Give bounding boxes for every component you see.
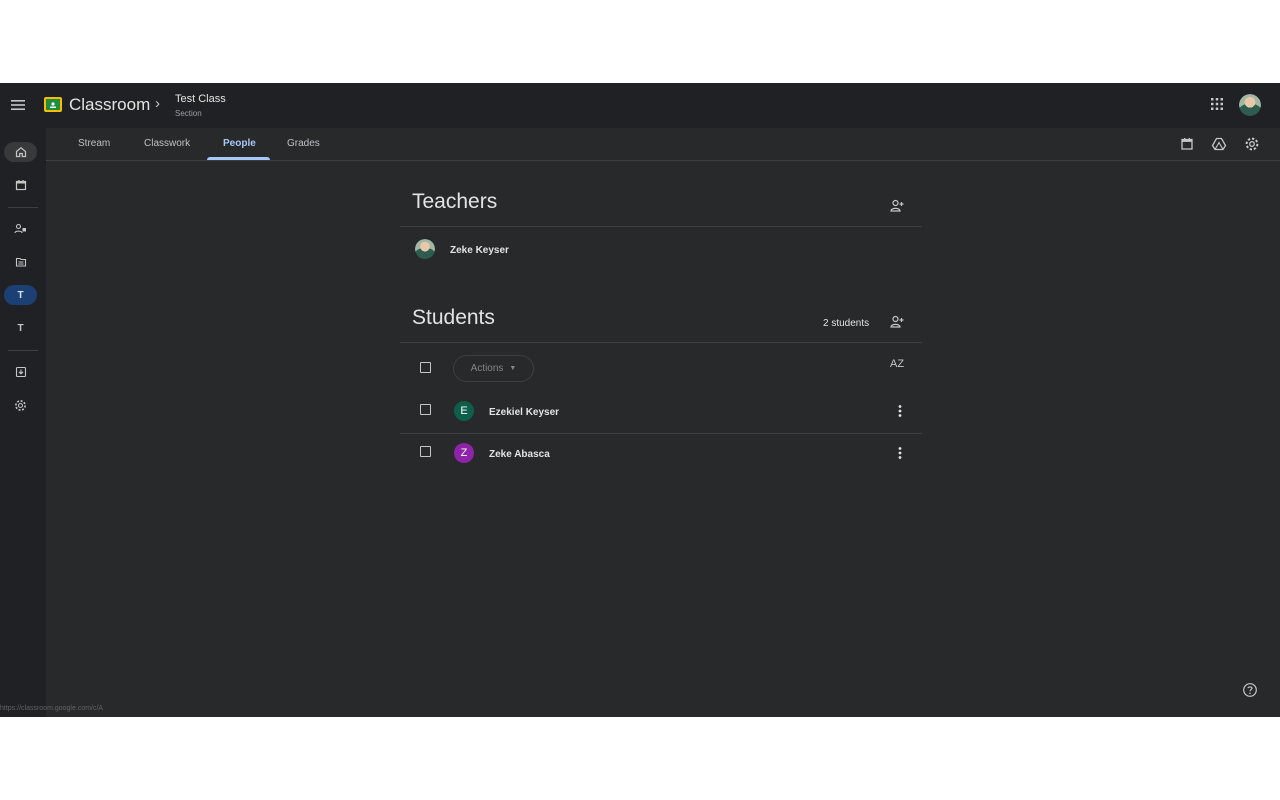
rail-home-icon[interactable]: [4, 142, 37, 162]
class-name[interactable]: Test Class: [175, 93, 226, 105]
classroom-app: Classroom › Test Class Section T T Strea…: [0, 83, 1280, 717]
student-avatar: E: [454, 401, 474, 421]
classroom-logo-icon[interactable]: [44, 97, 62, 112]
student-count: 2 students: [823, 318, 870, 329]
top-bar: Classroom › Test Class Section: [0, 83, 1280, 128]
rail-calendar-icon[interactable]: [4, 175, 37, 195]
people-page: Stream Classwork People Grades Teachers …: [46, 128, 1280, 717]
status-bar-url: https://classroom.google.com/c/A: [0, 705, 104, 712]
drive-folder-icon[interactable]: [1211, 136, 1227, 152]
rail-class-initial: T: [17, 289, 24, 301]
help-icon[interactable]: [1242, 682, 1258, 698]
google-calendar-icon[interactable]: [1179, 136, 1195, 152]
actions-label: Actions: [470, 363, 504, 374]
breadcrumb-chevron-icon: ›: [155, 95, 160, 112]
more-options-icon[interactable]: [896, 404, 904, 418]
student-row-checkbox[interactable]: [420, 446, 431, 457]
rail-divider: [8, 207, 38, 208]
students-heading: Students: [412, 306, 495, 329]
class-settings-icon[interactable]: [1244, 136, 1260, 152]
rail-class-other[interactable]: T: [4, 318, 37, 338]
tab-stream[interactable]: Stream: [78, 138, 110, 149]
rail-class-test-class[interactable]: T: [4, 285, 37, 305]
account-avatar[interactable]: [1239, 94, 1261, 116]
class-tab-bar: Stream Classwork People Grades: [46, 128, 1280, 161]
tab-classwork[interactable]: Classwork: [144, 138, 190, 149]
actions-dropdown[interactable]: Actions ▼: [453, 355, 534, 382]
dropdown-arrow-icon: ▼: [509, 365, 517, 372]
select-all-checkbox[interactable]: [420, 362, 431, 373]
student-row-divider: [400, 433, 922, 434]
invite-student-icon[interactable]: [889, 314, 905, 330]
teacher-name[interactable]: Zeke Keyser: [450, 245, 509, 256]
tab-grades[interactable]: Grades: [287, 138, 320, 149]
google-apps-icon[interactable]: [1208, 95, 1226, 113]
students-divider: [400, 342, 922, 343]
teacher-avatar: [415, 239, 435, 259]
invite-teacher-icon[interactable]: [889, 198, 905, 214]
rail-divider: [8, 350, 38, 351]
student-name[interactable]: Zeke Abasca: [489, 449, 550, 460]
student-avatar: Z: [454, 443, 474, 463]
teachers-heading: Teachers: [412, 190, 498, 213]
rail-archived-icon[interactable]: [4, 362, 37, 382]
class-section: Section: [175, 109, 202, 118]
main-menu-icon[interactable]: [6, 93, 30, 117]
teachers-divider: [400, 226, 922, 227]
rail-review-icon[interactable]: [4, 252, 37, 272]
active-tab-indicator: [207, 157, 270, 160]
tab-people[interactable]: People: [223, 138, 256, 149]
sort-students-icon[interactable]: AZ: [890, 358, 904, 370]
student-name[interactable]: Ezekiel Keyser: [489, 407, 559, 418]
rail-class-initial: T: [17, 322, 24, 334]
rail-teaching-icon[interactable]: [4, 219, 37, 239]
more-options-icon[interactable]: [896, 446, 904, 460]
student-row-checkbox[interactable]: [420, 404, 431, 415]
left-rail: T T: [0, 128, 46, 717]
rail-settings-icon[interactable]: [4, 395, 37, 415]
app-title[interactable]: Classroom: [69, 95, 150, 115]
